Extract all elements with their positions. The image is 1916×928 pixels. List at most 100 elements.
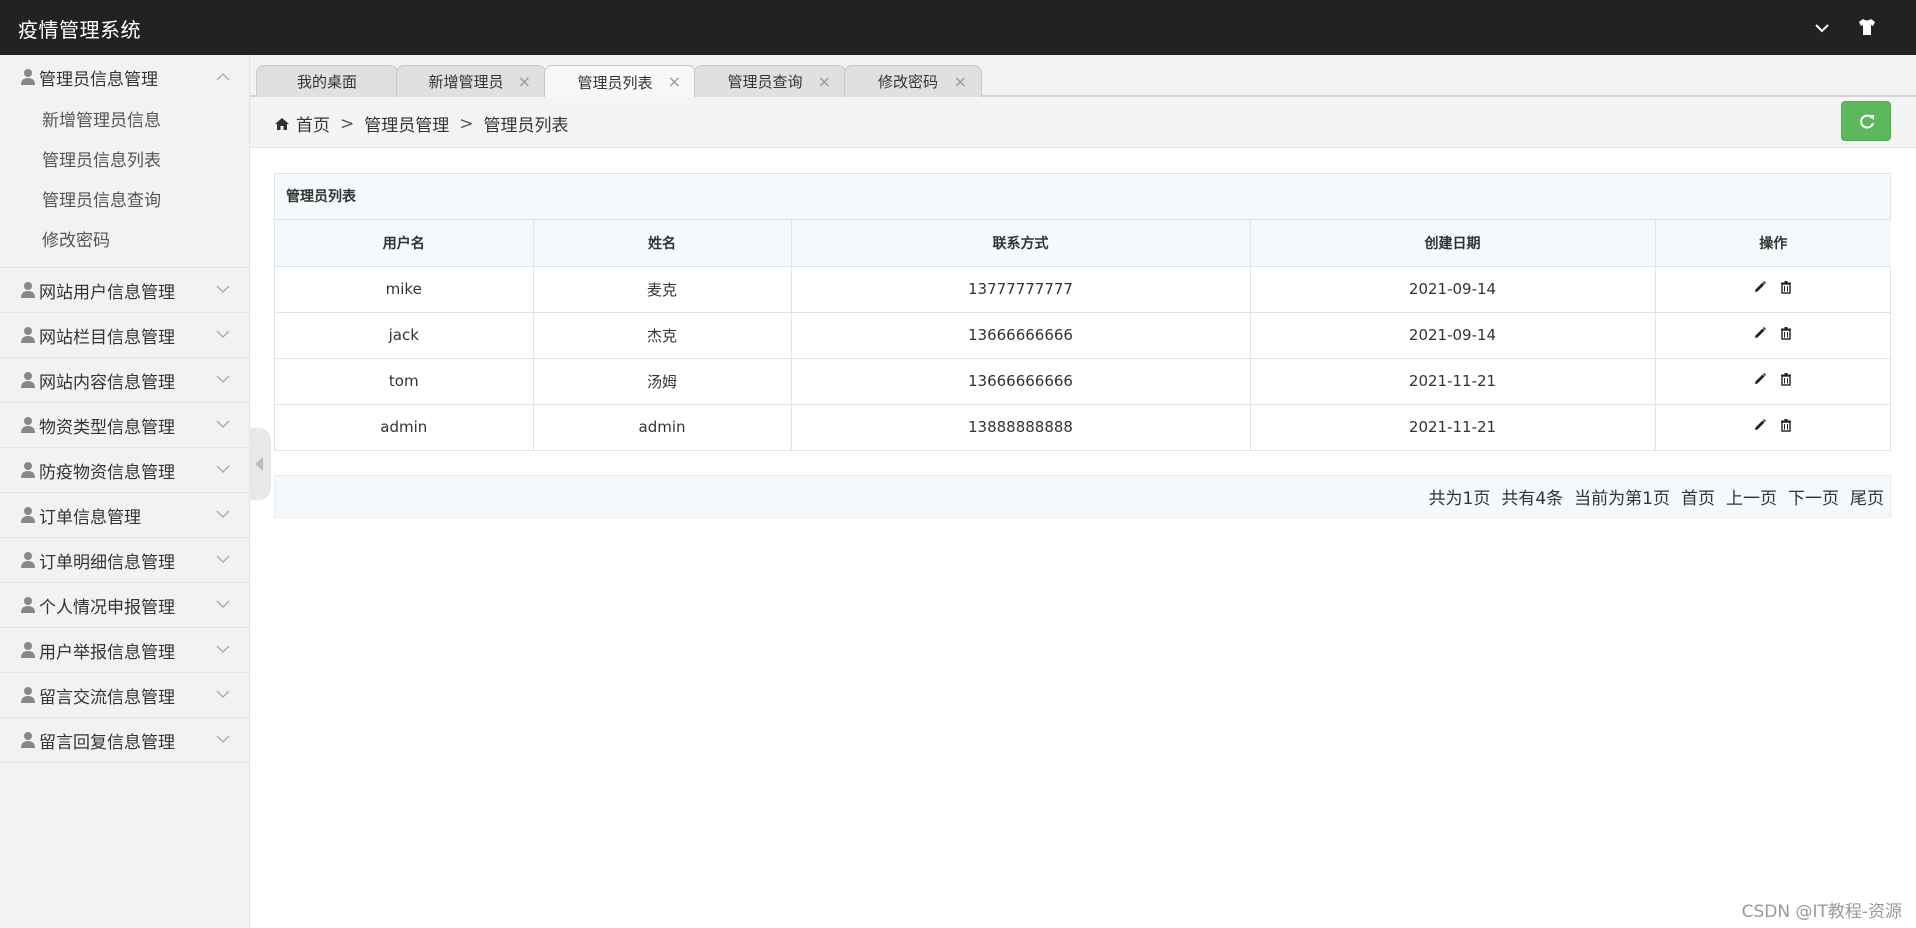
cell-contact: 13888888888: [791, 404, 1251, 450]
sidebar-subitem[interactable]: 修改密码: [0, 221, 250, 261]
sidebar-group: 订单信息管理: [0, 493, 250, 538]
cell-created-date: 2021-09-14: [1250, 312, 1656, 359]
sidebar-group-header[interactable]: 物资类型信息管理: [0, 403, 250, 447]
sidebar-group-header[interactable]: 个人情况申报管理: [0, 583, 250, 627]
chevron-down-icon: [216, 330, 230, 338]
total-pages-text: 共为1页: [1428, 489, 1491, 509]
sidebar-group-header[interactable]: 防疫物资信息管理: [0, 448, 250, 492]
sidebar-group-label: 用户举报信息管理: [39, 642, 175, 663]
sidebar-group: 物资类型信息管理: [0, 403, 250, 448]
sidebar-group-header[interactable]: 订单信息管理: [0, 493, 250, 537]
user-icon: [21, 687, 35, 703]
chevron-down-icon: [216, 645, 230, 653]
total-records-text: 共有4条: [1501, 489, 1564, 509]
pagination: 共为1页 共有4条 当前为第1页 首页 上一页 下一页 尾页: [274, 475, 1891, 518]
user-icon: [21, 597, 35, 613]
edit-icon[interactable]: [1753, 280, 1767, 294]
chevron-down-icon[interactable]: [1812, 18, 1832, 38]
current-page-text: 当前为第1页: [1574, 489, 1670, 509]
tab-label: 管理员查询: [727, 73, 803, 91]
sidebar-group-header[interactable]: 订单明细信息管理: [0, 538, 250, 582]
user-icon: [21, 552, 35, 568]
edit-icon[interactable]: [1753, 418, 1767, 432]
breadcrumb-admin-list: 管理员列表: [483, 116, 569, 136]
column-header-contact: 联系方式: [791, 220, 1251, 267]
user-icon: [21, 732, 35, 748]
delete-icon[interactable]: [1779, 280, 1793, 294]
tab[interactable]: 新增管理员 ×: [396, 65, 546, 97]
sidebar-group-header[interactable]: 管理员信息管理: [0, 55, 250, 99]
column-header-actions: 操作: [1655, 220, 1891, 267]
column-header-created-date: 创建日期: [1250, 220, 1656, 267]
sidebar-subitem[interactable]: 新增管理员信息: [0, 101, 250, 141]
tab[interactable]: 修改密码 ×: [844, 65, 982, 97]
admin-table: 用户名 姓名 联系方式 创建日期 操作 mike 麦克 13777777777 202…: [275, 220, 1891, 450]
sidebar-group-header[interactable]: 网站内容信息管理: [0, 358, 250, 402]
cell-username: jack: [275, 312, 534, 359]
sidebar-group-header[interactable]: 留言交流信息管理: [0, 673, 250, 717]
sidebar-group: 管理员信息管理 新增管理员信息 管理员信息列表 管理员信息查询 修改密码: [0, 55, 250, 268]
sidebar-group-label: 网站用户信息管理: [39, 282, 175, 303]
sidebar-group-label: 留言交流信息管理: [39, 687, 175, 708]
sidebar-group-header[interactable]: 用户举报信息管理: [0, 628, 250, 672]
chevron-up-icon: [216, 73, 230, 81]
user-icon: [21, 327, 35, 343]
last-page-link[interactable]: 尾页: [1850, 484, 1884, 509]
cell-created-date: 2021-11-21: [1250, 358, 1656, 405]
edit-icon[interactable]: [1753, 372, 1767, 386]
breadcrumb-home[interactable]: 首页: [296, 111, 330, 136]
chevron-down-icon: [216, 420, 230, 428]
table-header-row: 用户名 姓名 联系方式 创建日期 操作: [275, 220, 1891, 267]
tab-bar: 我的桌面 新增管理员 × 管理员列表 × 管理员查询 × 修改密码 ×: [250, 55, 1916, 98]
cell-contact: 13666666666: [791, 312, 1251, 359]
delete-icon[interactable]: [1779, 418, 1793, 432]
cell-username: admin: [275, 404, 534, 450]
sidebar-group: 留言回复信息管理: [0, 718, 250, 763]
tab[interactable]: 管理员查询 ×: [694, 65, 846, 97]
refresh-icon: [1860, 114, 1874, 129]
prev-page-link[interactable]: 上一页: [1726, 484, 1777, 509]
column-header-username: 用户名: [275, 220, 534, 267]
close-icon[interactable]: ×: [518, 72, 531, 91]
watermark: CSDN @IT教程-资源: [1741, 902, 1902, 922]
tab[interactable]: 我的桌面: [256, 65, 398, 97]
sidebar-group-label: 网站内容信息管理: [39, 372, 175, 393]
sidebar-group: 订单明细信息管理: [0, 538, 250, 583]
sidebar-subitem[interactable]: 管理员信息查询: [0, 181, 250, 221]
sidebar-group: 留言交流信息管理: [0, 673, 250, 718]
tshirt-icon[interactable]: [1856, 16, 1878, 38]
sidebar-group-header[interactable]: 网站栏目信息管理: [0, 313, 250, 357]
sidebar-subitem[interactable]: 管理员信息列表: [0, 141, 250, 181]
user-icon: [21, 642, 35, 658]
refresh-button[interactable]: [1841, 101, 1891, 141]
edit-icon[interactable]: [1753, 326, 1767, 340]
cell-actions: [1655, 358, 1891, 405]
chevron-down-icon: [216, 555, 230, 563]
breadcrumb-bar: 首页 > 管理员管理 > 管理员列表: [250, 97, 1916, 148]
close-icon[interactable]: ×: [668, 72, 681, 91]
cell-name: 杰克: [533, 312, 792, 359]
close-icon[interactable]: ×: [954, 72, 967, 91]
sidebar-collapse-handle[interactable]: [249, 428, 271, 500]
breadcrumb-admin-manage[interactable]: 管理员管理: [364, 111, 449, 136]
cell-username: tom: [275, 358, 534, 405]
next-page-link[interactable]: 下一页: [1788, 484, 1839, 509]
cell-actions: [1655, 266, 1891, 313]
cell-contact: 13666666666: [791, 358, 1251, 405]
close-icon[interactable]: ×: [818, 72, 831, 91]
sidebar-group: 网站用户信息管理: [0, 268, 250, 313]
tab[interactable]: 管理员列表 ×: [544, 65, 696, 98]
delete-icon[interactable]: [1779, 326, 1793, 340]
sidebar-group-header[interactable]: 网站用户信息管理: [0, 268, 250, 312]
table-row: admin admin 13888888888 2021-11-21: [275, 404, 1891, 450]
sidebar-group-header[interactable]: 留言回复信息管理: [0, 718, 250, 762]
user-icon: [21, 507, 35, 523]
cell-actions: [1655, 404, 1891, 450]
arrow-left-icon: [255, 457, 263, 471]
user-icon: [21, 282, 35, 298]
user-icon: [21, 69, 35, 85]
delete-icon[interactable]: [1779, 372, 1793, 386]
first-page-link[interactable]: 首页: [1681, 484, 1715, 509]
chevron-down-icon: [216, 465, 230, 473]
chevron-down-icon: [216, 375, 230, 383]
